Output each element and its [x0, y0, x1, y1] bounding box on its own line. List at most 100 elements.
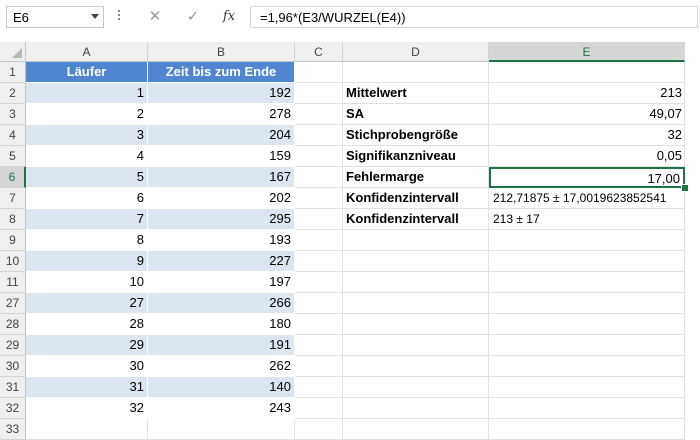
stat-value[interactable]: 213 ± 17: [489, 209, 685, 230]
table-cell[interactable]: 4: [26, 146, 148, 167]
table-cell[interactable]: 167: [148, 167, 295, 188]
row-header-6[interactable]: 6: [0, 167, 26, 188]
grid-cell[interactable]: [295, 209, 343, 230]
grid-cell[interactable]: [343, 62, 489, 83]
grid-cell[interactable]: [295, 356, 343, 377]
grid-cell[interactable]: [343, 398, 489, 419]
row-header-9[interactable]: 9: [0, 230, 26, 251]
table-cell[interactable]: 32: [26, 398, 148, 419]
column-header-e[interactable]: E: [489, 42, 685, 62]
grid-cell[interactable]: [26, 419, 148, 440]
grid-cell[interactable]: [295, 167, 343, 188]
column-header-c[interactable]: C: [295, 42, 343, 62]
stat-value[interactable]: 0,05: [489, 146, 685, 167]
row-header-18[interactable]: 33: [0, 419, 26, 440]
grid-cell[interactable]: [295, 62, 343, 83]
active-cell[interactable]: 17,00: [489, 167, 685, 188]
table-cell[interactable]: 266: [148, 293, 295, 314]
grid-cell[interactable]: [295, 83, 343, 104]
grid-cell[interactable]: [148, 419, 295, 440]
stat-value[interactable]: 212,71875 ± 17,0019623852541: [489, 188, 685, 209]
grid-cell[interactable]: [343, 356, 489, 377]
grid-cell[interactable]: [343, 230, 489, 251]
grid-cell[interactable]: [489, 398, 685, 419]
grid-cell[interactable]: [489, 356, 685, 377]
grid-cell[interactable]: [295, 188, 343, 209]
grid-cell[interactable]: [343, 377, 489, 398]
table-cell[interactable]: 192: [148, 83, 295, 104]
select-all-corner[interactable]: [0, 42, 26, 62]
table-cell[interactable]: 29: [26, 335, 148, 356]
table-cell[interactable]: 204: [148, 125, 295, 146]
row-header-7[interactable]: 7: [0, 188, 26, 209]
grid-cell[interactable]: [489, 335, 685, 356]
grid-cell[interactable]: [295, 398, 343, 419]
row-header-1[interactable]: 1: [0, 62, 26, 83]
grid-cell[interactable]: [489, 230, 685, 251]
column-header-a[interactable]: A: [26, 42, 148, 62]
table-cell[interactable]: 191: [148, 335, 295, 356]
column-header-d[interactable]: D: [343, 42, 489, 62]
row-header-13[interactable]: 28: [0, 314, 26, 335]
row-header-10[interactable]: 10: [0, 251, 26, 272]
column-header-b[interactable]: B: [148, 42, 295, 62]
grid-cell[interactable]: [489, 314, 685, 335]
name-box[interactable]: E6: [6, 6, 104, 28]
insert-function-icon[interactable]: fx: [217, 6, 241, 28]
grid-cell[interactable]: [295, 272, 343, 293]
row-header-16[interactable]: 31: [0, 377, 26, 398]
grid-cell[interactable]: [343, 293, 489, 314]
table-cell[interactable]: 10: [26, 272, 148, 293]
row-header-5[interactable]: 5: [0, 146, 26, 167]
grid-cell[interactable]: [295, 293, 343, 314]
table-cell[interactable]: 243: [148, 398, 295, 419]
table-cell[interactable]: 1: [26, 83, 148, 104]
grid-cell[interactable]: [489, 377, 685, 398]
table-cell[interactable]: 202: [148, 188, 295, 209]
grid-cell[interactable]: [489, 251, 685, 272]
table-cell[interactable]: 262: [148, 356, 295, 377]
table-cell[interactable]: 6: [26, 188, 148, 209]
table-cell[interactable]: 7: [26, 209, 148, 230]
stat-value[interactable]: 49,07: [489, 104, 685, 125]
grid-cell[interactable]: [343, 335, 489, 356]
grid-cell[interactable]: [295, 104, 343, 125]
row-header-17[interactable]: 32: [0, 398, 26, 419]
grid-cell[interactable]: [295, 251, 343, 272]
table-cell[interactable]: 3: [26, 125, 148, 146]
grid-cell[interactable]: [489, 62, 685, 83]
row-header-11[interactable]: 11: [0, 272, 26, 293]
grid-cell[interactable]: [489, 293, 685, 314]
grid-cell[interactable]: [489, 272, 685, 293]
table-cell[interactable]: 2: [26, 104, 148, 125]
table-cell[interactable]: 28: [26, 314, 148, 335]
table-cell[interactable]: 278: [148, 104, 295, 125]
table-cell[interactable]: 8: [26, 230, 148, 251]
table-header-cell[interactable]: Zeit bis zum Ende: [148, 62, 295, 83]
table-cell[interactable]: 180: [148, 314, 295, 335]
table-cell[interactable]: 295: [148, 209, 295, 230]
table-cell[interactable]: 31: [26, 377, 148, 398]
grid-cell[interactable]: [295, 377, 343, 398]
row-header-15[interactable]: 30: [0, 356, 26, 377]
drag-handle-icon[interactable]: [118, 10, 121, 24]
table-cell[interactable]: 30: [26, 356, 148, 377]
stat-value[interactable]: 213: [489, 83, 685, 104]
grid-cell[interactable]: [343, 272, 489, 293]
grid-cell[interactable]: [295, 125, 343, 146]
row-header-4[interactable]: 4: [0, 125, 26, 146]
table-header-cell[interactable]: Läufer: [26, 62, 148, 83]
chevron-down-icon[interactable]: [91, 14, 99, 19]
grid-cell[interactable]: [489, 419, 685, 440]
table-cell[interactable]: 227: [148, 251, 295, 272]
formula-input[interactable]: =1,96*(E3/WURZEL(E4)): [252, 6, 698, 28]
row-header-3[interactable]: 3: [0, 104, 26, 125]
stat-value[interactable]: 32: [489, 125, 685, 146]
grid-cell[interactable]: [343, 314, 489, 335]
table-cell[interactable]: 197: [148, 272, 295, 293]
table-cell[interactable]: 159: [148, 146, 295, 167]
row-header-14[interactable]: 29: [0, 335, 26, 356]
grid-cell[interactable]: [295, 314, 343, 335]
row-header-8[interactable]: 8: [0, 209, 26, 230]
cancel-icon[interactable]: ✕: [143, 6, 167, 28]
